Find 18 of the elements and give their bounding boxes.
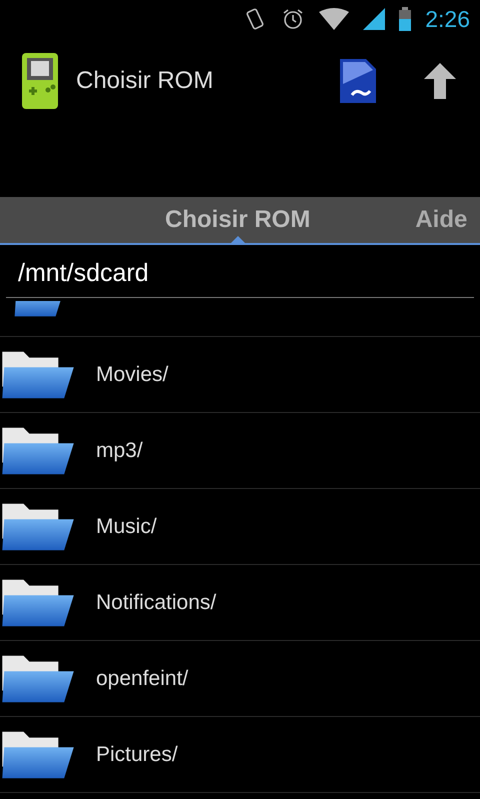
folder-row[interactable]: mp3/: [0, 413, 480, 489]
folder-row[interactable]: Movies/: [0, 337, 480, 413]
handheld-console-icon[interactable]: [22, 53, 58, 109]
folder-row[interactable]: Pictures/: [0, 717, 480, 793]
folder-row[interactable]: Notifications/: [0, 565, 480, 641]
path-field[interactable]: /mnt/sdcard: [6, 251, 474, 298]
battery-icon: [399, 7, 412, 31]
tab[interactable]: Choisir ROM: [165, 197, 310, 243]
status-time: 2:26: [425, 4, 470, 34]
folder-row[interactable]: Music/: [0, 489, 480, 565]
app-title: Choisir ROM: [76, 66, 214, 96]
folder-row[interactable]: openfeint/: [0, 641, 480, 717]
signal-icon: [363, 8, 386, 30]
wifi-icon: [319, 8, 350, 30]
alarm-icon: [281, 7, 306, 31]
up-arrow-button[interactable]: [424, 63, 456, 99]
tab[interactable]: Aide: [415, 197, 468, 243]
sd-card-button[interactable]: [340, 59, 376, 103]
